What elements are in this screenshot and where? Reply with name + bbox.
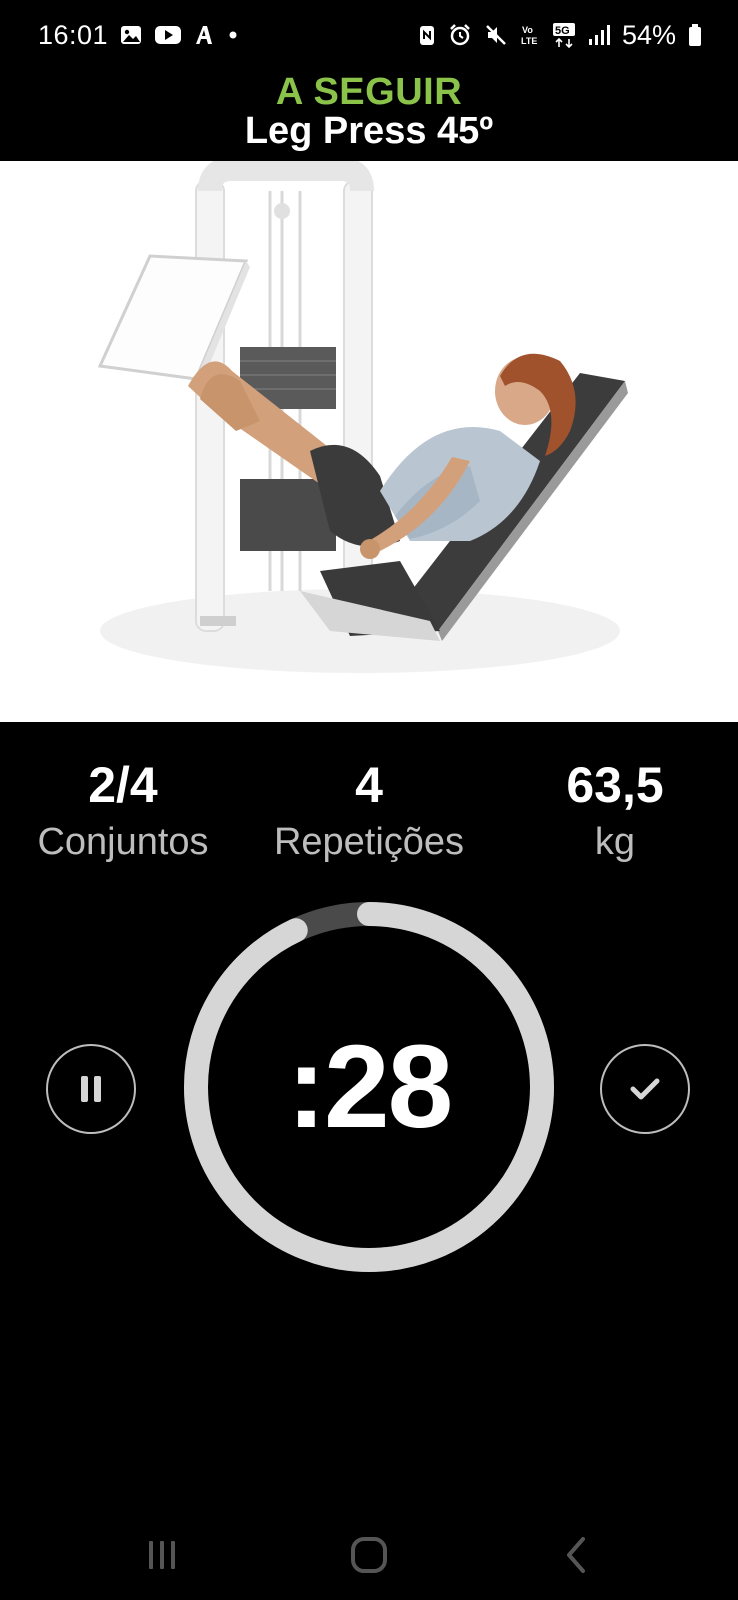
nfc-icon xyxy=(418,23,436,47)
battery-icon xyxy=(688,23,702,47)
sets-label: Conjuntos xyxy=(37,821,209,863)
youtube-icon xyxy=(154,24,182,46)
5g-icon: 5G xyxy=(552,22,576,48)
alarm-icon xyxy=(448,23,472,47)
weight-value: 63,5 xyxy=(566,757,664,813)
pause-icon xyxy=(81,1076,101,1102)
home-button[interactable] xyxy=(339,1530,399,1580)
back-button[interactable] xyxy=(546,1530,606,1580)
set-stats: 2/4 Conjuntos 4 Repetições 63,5 kg xyxy=(0,755,738,885)
exercise-illustration xyxy=(0,161,738,722)
volte-icon: Vo LTE xyxy=(520,23,540,47)
next-exercise-header: A SEGUIR Leg Press 45º xyxy=(0,70,738,160)
gallery-icon xyxy=(120,24,142,46)
signal-icon xyxy=(588,23,610,47)
recent-apps-button[interactable] xyxy=(132,1530,192,1580)
rest-timer-area: :28 xyxy=(0,900,738,1280)
status-time: 16:01 xyxy=(38,19,109,50)
home-icon xyxy=(351,1537,387,1573)
dot-icon xyxy=(226,24,240,46)
status-left: 16:01 xyxy=(38,20,240,51)
pause-button[interactable] xyxy=(46,1044,136,1134)
sets-value: 2/4 xyxy=(88,757,158,813)
back-icon xyxy=(567,1537,585,1573)
done-button[interactable] xyxy=(600,1044,690,1134)
status-bar: 16:01 Vo LTE 5G 54% xyxy=(0,0,738,70)
reps-value: 4 xyxy=(355,757,383,813)
check-icon xyxy=(630,1078,660,1100)
status-right: Vo LTE 5G 54% xyxy=(418,20,702,51)
mute-icon xyxy=(484,23,508,47)
sets-stat: 2/4 Conjuntos xyxy=(0,755,246,867)
app-a-icon xyxy=(194,24,214,46)
weight-unit: kg xyxy=(594,821,636,863)
battery-percent: 54% xyxy=(621,19,676,50)
weight-stat: 63,5 kg xyxy=(492,755,738,867)
reps-label: Repetições xyxy=(273,821,465,863)
exercise-title: Leg Press 45º xyxy=(244,110,494,152)
system-nav-bar xyxy=(0,1510,738,1600)
recent-apps-icon xyxy=(149,1541,175,1569)
svg-text:Vo: Vo xyxy=(522,25,533,35)
reps-stat: 4 Repetições xyxy=(246,755,492,867)
svg-text:LTE: LTE xyxy=(521,36,537,46)
svg-text:5G: 5G xyxy=(555,25,570,37)
timer-display: :28 xyxy=(286,1021,454,1153)
leg-press-illustration xyxy=(97,161,628,673)
